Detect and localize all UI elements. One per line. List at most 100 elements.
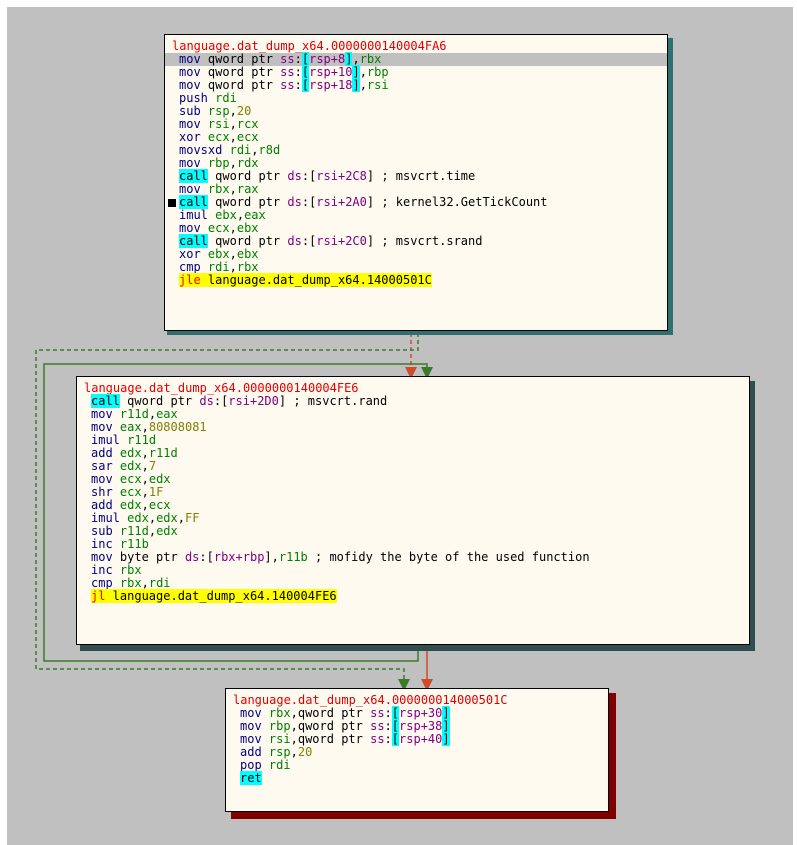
instruction-line[interactable]: pop rdi xyxy=(226,759,608,772)
instruction-line[interactable]: jle language.dat_dump_x64.14000501C xyxy=(165,273,667,287)
operand: r11d xyxy=(148,446,178,460)
instruction-line[interactable]: mov ecx,edx xyxy=(77,473,749,486)
operand: ss xyxy=(370,706,385,720)
mnemonic: jl xyxy=(91,589,106,603)
block-1-title[interactable]: language.dat_dump_x64.0000000140004FA6 xyxy=(165,35,667,53)
instruction-line[interactable]: add edx,r11d xyxy=(77,447,749,460)
instruction-line[interactable]: inc rbx xyxy=(77,564,749,577)
instruction-line[interactable]: shr ecx,1F xyxy=(77,486,749,499)
mnemonic: mov xyxy=(179,78,201,92)
operand: :[ xyxy=(301,234,317,248)
instruction-line[interactable]: imul edx,edx,FF xyxy=(77,512,749,525)
mnemonic: cmp xyxy=(91,576,113,590)
breakpoint-marker-icon[interactable] xyxy=(168,199,176,207)
operand: rdi xyxy=(148,576,171,590)
operand: ss xyxy=(280,65,295,79)
mnemonic: add xyxy=(240,745,262,759)
mnemonic: mov xyxy=(240,719,262,733)
mnemonic: mov xyxy=(179,52,201,66)
block-2[interactable]: language.dat_dump_x64.0000000140004FE6 c… xyxy=(76,376,750,645)
block-3-lines: mov rbx,qword ptr ss:[rsp+30] mov rbp,qwo… xyxy=(226,706,608,785)
operand: r11d xyxy=(119,407,149,421)
operand: rsp+40 xyxy=(399,732,443,746)
instruction-line[interactable]: mov byte ptr ds:[rbx+rbp],r11b ; mofidy … xyxy=(77,551,749,564)
operand: 80808081 xyxy=(148,420,207,434)
operand xyxy=(201,182,208,196)
operand: rdi xyxy=(229,143,252,157)
operand xyxy=(201,247,208,261)
instruction-line[interactable]: imul r11d xyxy=(77,434,749,447)
operand xyxy=(113,472,120,486)
operand: FF xyxy=(184,511,200,525)
mnemonic: pop xyxy=(240,758,262,772)
mnemonic: movsxd xyxy=(179,143,223,157)
mnemonic: mov xyxy=(179,221,201,235)
block-3[interactable]: language.dat_dump_x64.000000014000501C m… xyxy=(225,688,609,812)
mnemonic: call xyxy=(179,234,208,248)
instruction-line[interactable]: sar edx,7 xyxy=(77,460,749,473)
operand: rsp+8 xyxy=(309,52,346,66)
mnemonic: call xyxy=(179,195,208,209)
operand: rsi+2D0 xyxy=(228,394,279,408)
operand: qword ptr xyxy=(200,78,281,92)
operand: ecx xyxy=(148,498,171,512)
block-2-title[interactable]: language.dat_dump_x64.0000000140004FE6 xyxy=(77,377,749,395)
operand: rbx+rbp xyxy=(213,550,265,564)
operand xyxy=(113,537,120,551)
operand: : xyxy=(384,706,392,720)
operand: , xyxy=(359,78,367,92)
operand xyxy=(113,485,120,499)
operand: qword ptr xyxy=(119,394,200,408)
operand xyxy=(201,221,208,235)
operand xyxy=(201,260,208,274)
operand: ] ; kernel32.GetTickCount xyxy=(366,195,548,209)
operand: edx xyxy=(119,498,142,512)
operand: qword ptr xyxy=(200,65,281,79)
operand xyxy=(113,524,120,538)
operand: r11d xyxy=(127,433,157,447)
instruction-line[interactable]: mov eax,80808081 xyxy=(77,421,749,434)
operand xyxy=(113,498,120,512)
block-1[interactable]: language.dat_dump_x64.0000000140004FA6 m… xyxy=(164,34,668,331)
mnemonic: shr xyxy=(91,485,113,499)
mnemonic: mov xyxy=(91,472,113,486)
instruction-line[interactable]: mov qword ptr ss:[rsp+18],rsi xyxy=(165,78,667,92)
operand: qword ptr xyxy=(207,234,288,248)
operand: rsp xyxy=(268,745,291,759)
operand: rdi xyxy=(268,758,291,772)
block-3-title[interactable]: language.dat_dump_x64.000000014000501C xyxy=(226,689,608,707)
instruction-line[interactable]: sub r11d,edx xyxy=(77,525,749,538)
operand: rsi xyxy=(207,117,230,131)
operand: 7 xyxy=(148,459,157,473)
operand: ebx xyxy=(236,221,259,235)
operand: ebx xyxy=(215,208,237,222)
operand: ecx xyxy=(207,221,230,235)
operand: ss xyxy=(280,78,295,92)
operand: ] xyxy=(352,65,360,79)
mnemonic: sub xyxy=(179,104,201,118)
mnemonic: jle xyxy=(179,273,201,287)
instruction-line[interactable]: ret xyxy=(226,771,608,785)
operand: rsp+18 xyxy=(309,78,353,92)
operand xyxy=(113,446,120,460)
operand: ] ; msvcrt.rand xyxy=(278,394,388,408)
operand: ecx xyxy=(236,130,259,144)
operand: ; mofidy the byte of the used function xyxy=(307,550,590,564)
operand: rbp xyxy=(366,65,389,79)
instruction-line[interactable]: jl language.dat_dump_x64.140004FE6 xyxy=(77,589,749,603)
operand: , xyxy=(290,732,298,746)
operand: rsp+38 xyxy=(399,719,443,733)
operand: , xyxy=(251,143,259,157)
operand: edx xyxy=(127,511,149,525)
instruction-line[interactable]: call qword ptr ds:[rsi+2D0] ; msvcrt.ran… xyxy=(77,394,749,408)
operand: [ xyxy=(391,706,400,720)
operand: , xyxy=(229,247,237,261)
mnemonic: call xyxy=(179,169,208,183)
operand: rbx xyxy=(268,706,291,720)
operand xyxy=(262,706,269,720)
operand: rsi+2C8 xyxy=(316,169,367,183)
mnemonic: xor xyxy=(179,130,201,144)
operand xyxy=(113,407,120,421)
operand: , xyxy=(141,420,149,434)
graph-canvas: language.dat_dump_x64.0000000140004FA6 m… xyxy=(7,7,793,845)
